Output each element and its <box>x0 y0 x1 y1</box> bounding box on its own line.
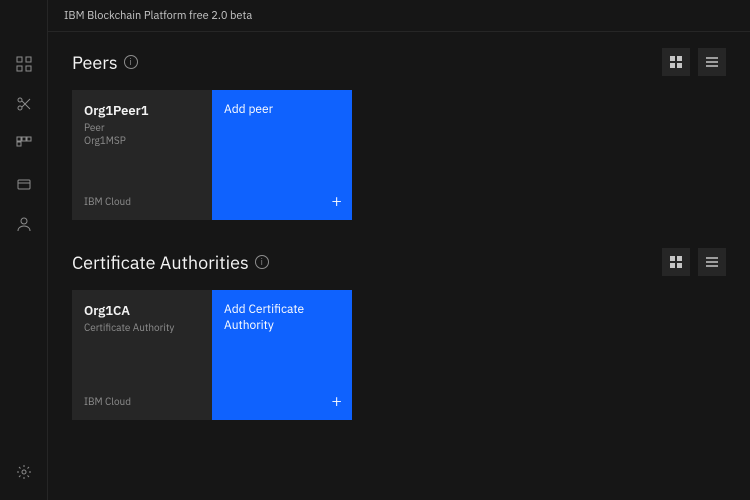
grid-icon <box>16 56 32 72</box>
peers-section: Peers i Org1Peer1 Peer Org1MSP <box>72 48 726 220</box>
list-view-icon <box>705 255 719 269</box>
add-ca-button[interactable]: Add Certificate Authority + <box>212 290 352 420</box>
main: IBM Blockchain Platform free 2.0 beta Pe… <box>48 0 750 500</box>
content: Peers i Org1Peer1 Peer Org1MSP <box>48 32 750 500</box>
sidebar-item-smart-contracts[interactable] <box>0 128 48 160</box>
topbar: IBM Blockchain Platform free 2.0 beta <box>48 0 750 32</box>
peers-title: Peers <box>72 51 118 74</box>
grid-view-button[interactable] <box>662 48 690 76</box>
add-peer-button[interactable]: Add peer + <box>212 90 352 220</box>
cas-section: Certificate Authorities i Org1CA Certifi… <box>72 248 726 420</box>
list-view-button[interactable] <box>698 248 726 276</box>
peer-card-msp: Org1MSP <box>84 134 200 147</box>
ca-card-title: Org1CA <box>84 302 200 319</box>
gear-icon <box>16 464 32 480</box>
sidebar-item-nodes[interactable] <box>0 48 48 80</box>
peer-card-title: Org1Peer1 <box>84 102 200 119</box>
list-view-icon <box>705 55 719 69</box>
list-view-button[interactable] <box>698 48 726 76</box>
add-ca-label: Add Certificate Authority <box>224 302 340 333</box>
grid-view-button[interactable] <box>662 248 690 276</box>
plus-icon: + <box>331 189 342 212</box>
sidebar-item-channels[interactable] <box>0 88 48 120</box>
ca-card-type: Certificate Authority <box>84 321 200 334</box>
ca-card-location: IBM Cloud <box>84 395 200 408</box>
peers-header: Peers i <box>72 48 726 76</box>
scissors-icon <box>16 96 32 112</box>
cas-header: Certificate Authorities i <box>72 248 726 276</box>
peers-cards: Org1Peer1 Peer Org1MSP IBM Cloud Add pee… <box>72 90 726 220</box>
sidebar <box>0 0 48 500</box>
ca-card[interactable]: Org1CA Certificate Authority IBM Cloud <box>72 290 212 420</box>
cas-cards: Org1CA Certificate Authority IBM Cloud A… <box>72 290 726 420</box>
peer-card-location: IBM Cloud <box>84 195 200 208</box>
wallet-icon <box>16 176 32 192</box>
user-icon <box>16 216 32 232</box>
grid-view-icon <box>669 255 683 269</box>
add-peer-label: Add peer <box>224 102 340 118</box>
peer-card[interactable]: Org1Peer1 Peer Org1MSP IBM Cloud <box>72 90 212 220</box>
info-icon[interactable]: i <box>255 255 269 269</box>
sidebar-item-wallet[interactable] <box>0 168 48 200</box>
plus-icon: + <box>331 389 342 412</box>
sidebar-item-settings[interactable] <box>0 456 48 488</box>
cas-title: Certificate Authorities <box>72 251 249 274</box>
peer-card-type: Peer <box>84 121 200 134</box>
apps-icon <box>16 136 32 152</box>
grid-view-icon <box>669 55 683 69</box>
sidebar-item-users[interactable] <box>0 208 48 240</box>
app-title: IBM Blockchain Platform free 2.0 beta <box>64 9 252 23</box>
info-icon[interactable]: i <box>124 55 138 69</box>
